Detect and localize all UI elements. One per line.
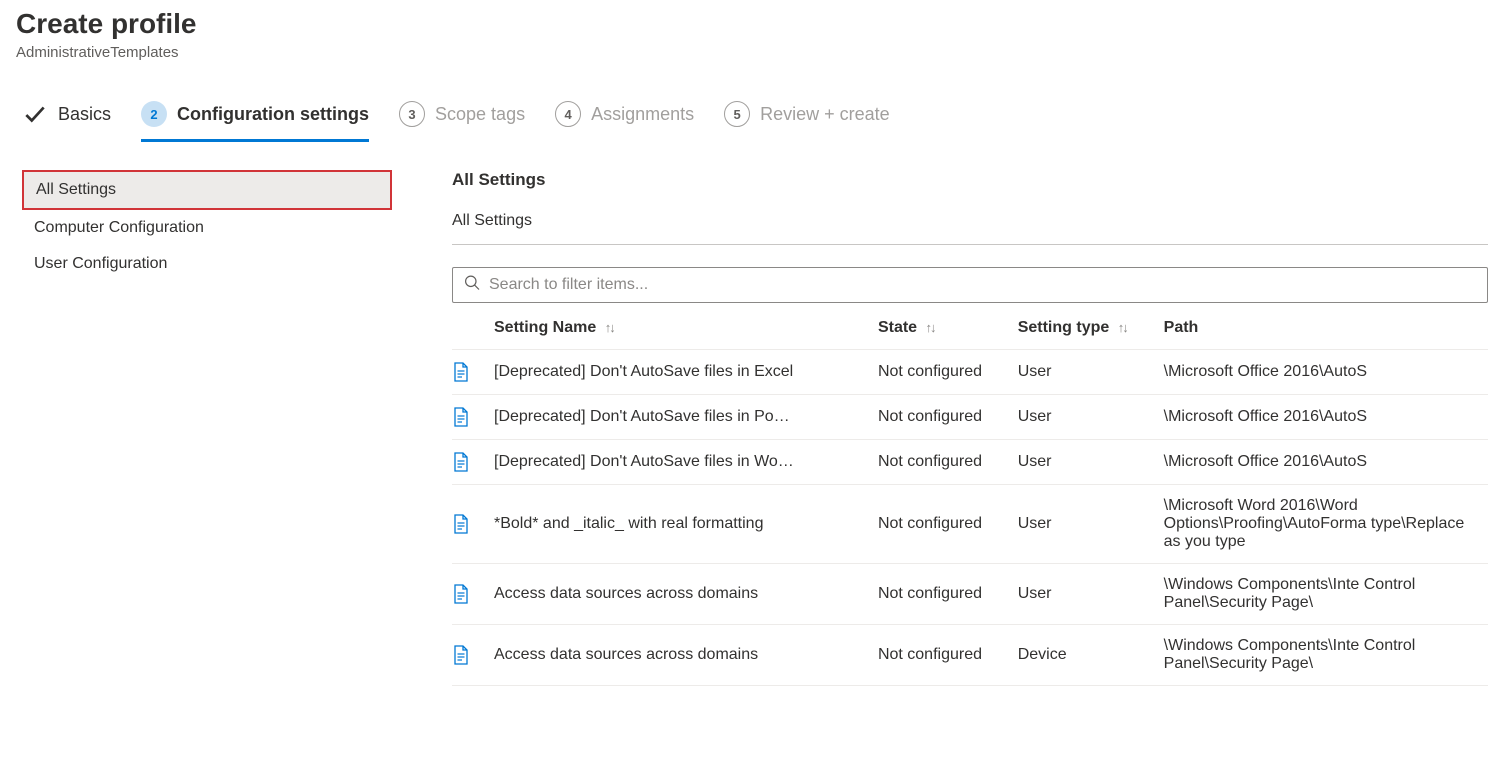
cell-setting-name: [Deprecated] Don't AutoSave files in Wo…: [494, 440, 878, 485]
tree-item-user-configuration[interactable]: User Configuration: [22, 246, 392, 282]
sort-icon: ↑↓: [1118, 320, 1127, 335]
cell-path: \Windows Components\Inte Control Panel\S…: [1164, 625, 1488, 686]
col-setting-type[interactable]: Setting type ↑↓: [1018, 307, 1164, 350]
breadcrumb: All Settings: [452, 212, 1488, 245]
document-icon: [452, 407, 486, 427]
col-label: Setting type: [1018, 319, 1110, 336]
col-path[interactable]: Path: [1164, 307, 1488, 350]
cell-state: Not configured: [878, 485, 1018, 564]
tree-item-all-settings[interactable]: All Settings: [22, 170, 392, 210]
step-review-create[interactable]: 5 Review + create: [724, 101, 890, 142]
step-basics[interactable]: Basics: [22, 101, 111, 142]
step-label: Scope tags: [435, 104, 525, 125]
tree-item-computer-configuration[interactable]: Computer Configuration: [22, 210, 392, 246]
cell-setting-type: User: [1018, 564, 1164, 625]
step-scope-tags[interactable]: 3 Scope tags: [399, 101, 525, 142]
step-label: Assignments: [591, 104, 694, 125]
section-title: All Settings: [452, 170, 1488, 190]
table-row[interactable]: Access data sources across domainsNot co…: [452, 625, 1488, 686]
document-icon: [452, 514, 486, 534]
cell-path: \Microsoft Office 2016\AutoS: [1164, 440, 1488, 485]
col-label: Path: [1164, 319, 1199, 336]
col-setting-name[interactable]: Setting Name ↑↓: [494, 307, 878, 350]
cell-state: Not configured: [878, 440, 1018, 485]
cell-path: \Microsoft Office 2016\AutoS: [1164, 395, 1488, 440]
table-row[interactable]: Access data sources across domainsNot co…: [452, 564, 1488, 625]
step-label: Review + create: [760, 104, 890, 125]
table-row[interactable]: [Deprecated] Don't AutoSave files in Exc…: [452, 350, 1488, 395]
cell-path: \Windows Components\Inte Control Panel\S…: [1164, 564, 1488, 625]
table-row[interactable]: [Deprecated] Don't AutoSave files in Po……: [452, 395, 1488, 440]
step-number-badge: 5: [724, 101, 750, 127]
sort-icon: ↑↓: [605, 320, 614, 335]
cell-path: \Microsoft Word 2016\Word Options\Proofi…: [1164, 485, 1488, 564]
cell-setting-type: User: [1018, 485, 1164, 564]
cell-setting-type: Device: [1018, 625, 1164, 686]
cell-setting-name: Access data sources across domains: [494, 625, 878, 686]
cell-setting-name: [Deprecated] Don't AutoSave files in Exc…: [494, 350, 878, 395]
table-row[interactable]: [Deprecated] Don't AutoSave files in Wo……: [452, 440, 1488, 485]
col-label: State: [878, 319, 917, 336]
page-subtitle: AdministrativeTemplates: [16, 44, 1488, 61]
cell-setting-name: Access data sources across domains: [494, 564, 878, 625]
page-title: Create profile: [16, 8, 1488, 40]
cell-setting-name: [Deprecated] Don't AutoSave files in Po…: [494, 395, 878, 440]
cell-state: Not configured: [878, 350, 1018, 395]
step-label: Configuration settings: [177, 104, 369, 125]
cell-path: \Microsoft Office 2016\AutoS: [1164, 350, 1488, 395]
step-number-badge: 2: [141, 101, 167, 127]
wizard-steps: Basics 2 Configuration settings 3 Scope …: [16, 101, 1488, 142]
document-icon: [452, 452, 486, 472]
cell-state: Not configured: [878, 395, 1018, 440]
cell-setting-name: *Bold* and _italic_ with real formatting: [494, 485, 878, 564]
cell-state: Not configured: [878, 564, 1018, 625]
settings-content: All Settings All Settings Setting Name: [452, 170, 1488, 686]
step-label: Basics: [58, 104, 111, 125]
step-number-badge: 3: [399, 101, 425, 127]
step-number-badge: 4: [555, 101, 581, 127]
settings-tree: All Settings Computer Configuration User…: [22, 170, 392, 686]
step-configuration-settings[interactable]: 2 Configuration settings: [141, 101, 369, 142]
settings-table: Setting Name ↑↓ State ↑↓ Setting type ↑↓: [452, 307, 1488, 686]
sort-icon: ↑↓: [926, 320, 935, 335]
cell-setting-type: User: [1018, 350, 1164, 395]
check-icon: [22, 101, 48, 127]
step-assignments[interactable]: 4 Assignments: [555, 101, 694, 142]
col-label: Setting Name: [494, 319, 596, 336]
settings-scroll[interactable]: Setting Name ↑↓ State ↑↓ Setting type ↑↓: [452, 267, 1488, 686]
table-row[interactable]: *Bold* and _italic_ with real formatting…: [452, 485, 1488, 564]
cell-setting-type: User: [1018, 395, 1164, 440]
document-icon: [452, 362, 486, 382]
document-icon: [452, 584, 486, 604]
search-input[interactable]: [452, 267, 1488, 303]
document-icon: [452, 645, 486, 665]
cell-state: Not configured: [878, 625, 1018, 686]
col-state[interactable]: State ↑↓: [878, 307, 1018, 350]
cell-setting-type: User: [1018, 440, 1164, 485]
